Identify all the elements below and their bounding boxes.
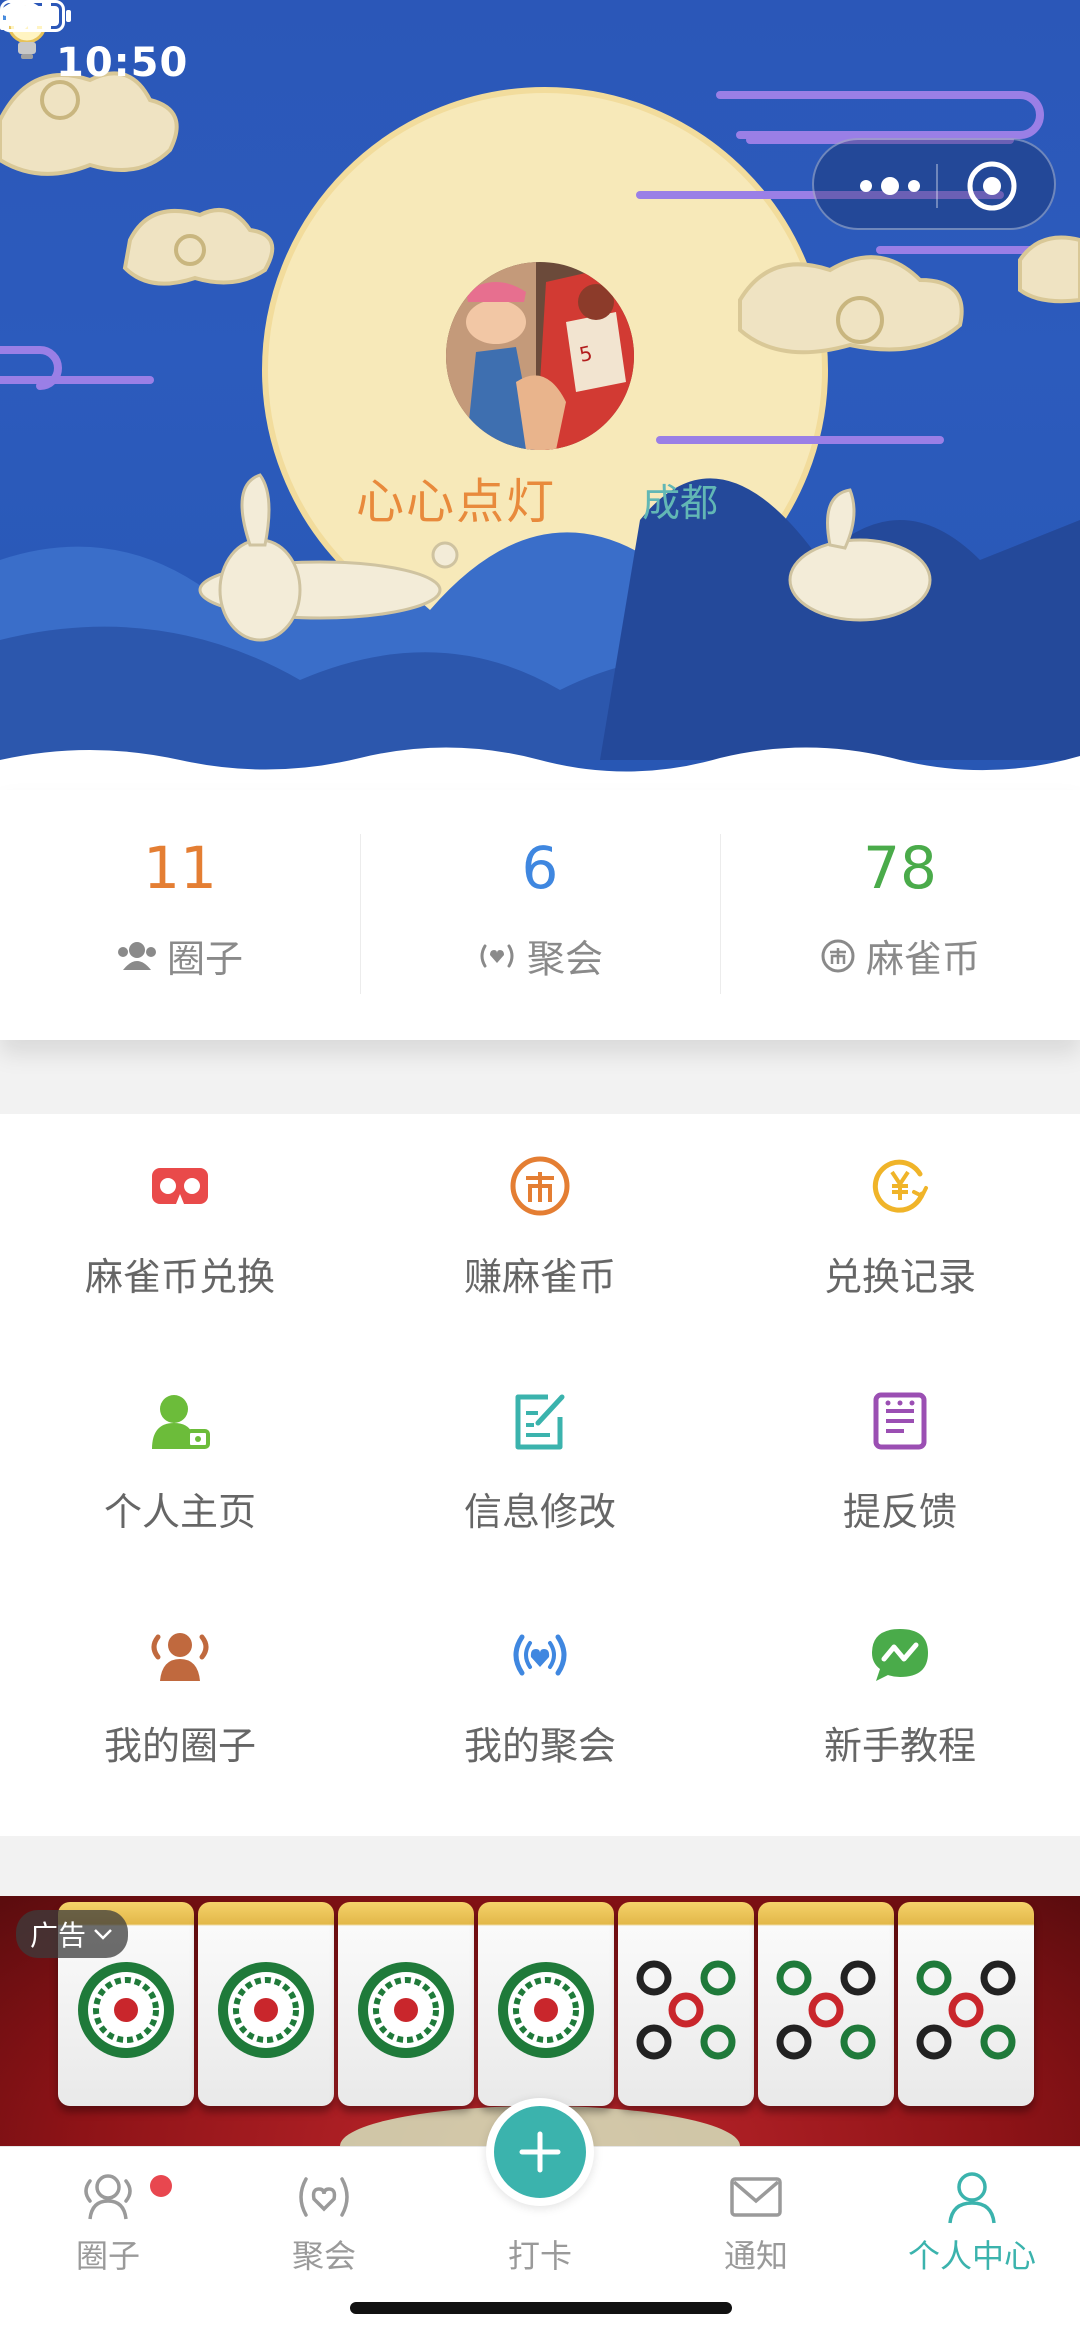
edit-note-icon — [515, 1394, 565, 1450]
stat-circles-label: 圈子 — [166, 937, 243, 981]
menu-label: 兑换记录 — [823, 1255, 976, 1299]
profile-hero-banner: 10:50 5 心心点灯 成都 — [0, 0, 1080, 790]
broadcast-heart-outline-icon — [299, 2177, 349, 2217]
circle-group-icon — [117, 941, 156, 970]
coin-icon — [821, 939, 855, 972]
capsule-divider — [936, 164, 938, 208]
user-outline-icon — [948, 2172, 996, 2224]
stat-coins-value: 78 — [863, 834, 937, 902]
mail-icon — [730, 2177, 782, 2217]
miniprogram-capsule — [812, 138, 1056, 230]
plus-icon — [519, 2131, 561, 2173]
avatar[interactable]: 5 — [446, 262, 634, 450]
stat-coins-label: 麻雀币 — [865, 937, 980, 981]
mahjong-tile — [758, 1902, 894, 2106]
feedback-list-icon — [873, 1392, 927, 1450]
mahjong-tile — [338, 1902, 474, 2106]
group-outline-icon — [84, 2174, 132, 2220]
function-menu-grid: 麻雀币兑换 赚麻雀币 兑换记录 个人主页 信息修改 提反馈 我的圈子 我的聚会 … — [0, 1114, 1080, 1836]
tab-personal-center[interactable]: 个人中心 — [864, 2169, 1080, 2277]
status-bar: 10:50 — [0, 0, 1080, 130]
mahjong-five-dots-icon — [636, 1960, 736, 2060]
menu-label: 我的圈子 — [103, 1724, 256, 1769]
tab-label: 圈子 — [75, 2237, 140, 2275]
stat-meetups-value: 6 — [521, 834, 559, 902]
ad-tag[interactable]: 广告 — [16, 1910, 129, 1958]
mahjong-five-dots-icon — [916, 1960, 1016, 2060]
chevron-down-icon — [94, 1929, 112, 1940]
ad-tag-label: 广告 — [30, 1919, 87, 1952]
mahjong-five-dots-icon — [776, 1960, 876, 2060]
checkin-plus-button[interactable] — [486, 2098, 594, 2206]
stats-card: 11 圈子 6 聚会 78 麻雀币 — [0, 790, 1080, 1040]
tab-label: 通知 — [723, 2237, 788, 2275]
anime-avatar-image: 5 — [446, 262, 634, 450]
stat-circles-label-wrap: 圈子 — [117, 928, 243, 983]
tab-notifications[interactable]: 通知 — [648, 2169, 864, 2277]
tab-label: 聚会 — [291, 2237, 356, 2275]
chat-pulse-icon — [872, 1629, 928, 1682]
stat-coins[interactable]: 78 麻雀币 — [720, 790, 1080, 1040]
tab-label: 打卡 — [507, 2237, 572, 2275]
mahjong-tile — [198, 1902, 334, 2106]
mahjong-flower-icon — [358, 1962, 454, 2058]
menu-label: 我的聚会 — [463, 1724, 616, 1769]
coin-icon — [510, 1156, 570, 1216]
stat-coins-label-wrap: 麻雀币 — [820, 928, 980, 983]
menu-label: 麻雀币兑换 — [84, 1255, 275, 1299]
user-card-icon — [152, 1394, 210, 1449]
tab-meetups[interactable]: 聚会 — [216, 2169, 432, 2277]
user-city: 成都 — [642, 481, 719, 525]
unread-badge-dot — [150, 2175, 172, 2197]
group-icon — [151, 1633, 209, 1682]
menu-edit-info[interactable]: 信息修改 — [360, 1367, 720, 1602]
mahjong-flower-icon — [498, 1962, 594, 2058]
mahjong-flower-icon — [78, 1962, 174, 2058]
menu-label: 信息修改 — [463, 1489, 616, 1534]
menu-earn-coins[interactable]: 赚麻雀币 — [360, 1132, 720, 1367]
menu-label: 提反馈 — [842, 1489, 957, 1534]
stat-circles-value: 11 — [143, 834, 217, 902]
status-time: 10:50 — [56, 40, 189, 86]
mahjong-tile — [618, 1902, 754, 2106]
more-dots-icon[interactable] — [844, 168, 934, 204]
menu-coin-exchange[interactable]: 麻雀币兑换 — [0, 1132, 360, 1367]
yen-refresh-icon — [872, 1159, 928, 1213]
menu-beginner-tutorial[interactable]: 新手教程 — [720, 1601, 1080, 1836]
battery-icon — [0, 0, 71, 32]
menu-exchange-records[interactable]: 兑换记录 — [720, 1132, 1080, 1367]
menu-personal-homepage[interactable]: 个人主页 — [0, 1367, 360, 1602]
mahjong-flower-icon — [218, 1962, 314, 2058]
tab-label: 个人中心 — [907, 2237, 1036, 2275]
menu-label: 赚麻雀币 — [463, 1255, 616, 1299]
user-nickname: 心心点灯 — [356, 474, 557, 530]
target-close-icon[interactable] — [964, 158, 1020, 214]
menu-label: 个人主页 — [103, 1489, 256, 1534]
menu-my-circles[interactable]: 我的圈子 — [0, 1601, 360, 1836]
menu-feedback[interactable]: 提反馈 — [720, 1367, 1080, 1602]
home-indicator — [350, 2302, 732, 2314]
menu-label: 新手教程 — [823, 1724, 976, 1769]
broadcast-heart-icon — [513, 1634, 567, 1676]
mahjong-tile — [478, 1902, 614, 2106]
menu-my-meetups[interactable]: 我的聚会 — [360, 1601, 720, 1836]
mahjong-tile — [898, 1902, 1034, 2106]
broadcast-heart-icon — [480, 944, 514, 967]
tab-circles[interactable]: 圈子 — [0, 2169, 216, 2277]
stat-meetups[interactable]: 6 聚会 — [360, 790, 720, 1040]
stat-meetups-label: 聚会 — [526, 937, 603, 981]
vr-glasses-icon — [152, 1168, 208, 1204]
stat-circles[interactable]: 11 圈子 — [0, 790, 360, 1040]
stat-meetups-label-wrap: 聚会 — [477, 928, 603, 983]
